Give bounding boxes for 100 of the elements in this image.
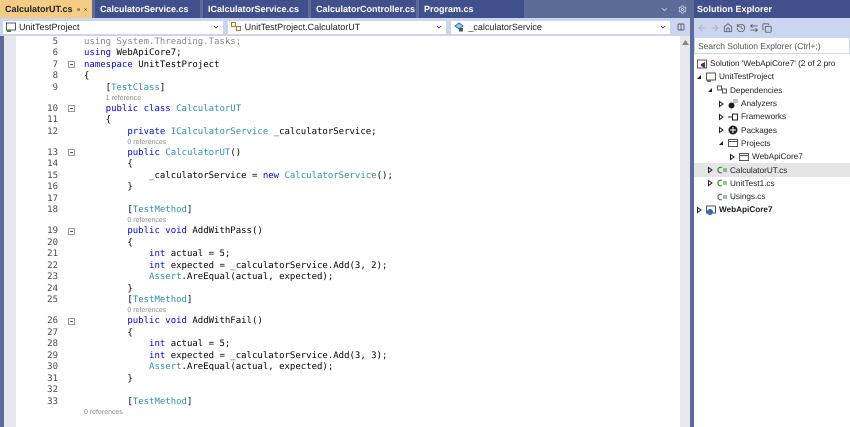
code-line: public class CalculatorUT bbox=[104, 104, 242, 114]
caret-icon[interactable] bbox=[212, 23, 220, 31]
line-number: 27 bbox=[46, 328, 58, 338]
collapse-icon[interactable] bbox=[68, 228, 74, 235]
package-icon bbox=[728, 125, 738, 136]
code-line: public void AddWithPass() bbox=[126, 226, 263, 236]
collapsed-arrow-icon[interactable] bbox=[717, 112, 725, 121]
collapsed-arrow-icon[interactable] bbox=[717, 126, 725, 134]
tree-item[interactable]: CalculatorUT.cs bbox=[694, 163, 850, 177]
member-dropdown[interactable]: _calculatorService bbox=[450, 20, 671, 34]
collapse-icon[interactable] bbox=[68, 61, 74, 68]
history-icon[interactable] bbox=[736, 22, 746, 32]
tree-item[interactable]: WebApiCore7 bbox=[694, 203, 850, 217]
document-tab[interactable]: ICalculatorService.cs bbox=[203, 0, 308, 18]
line-number: 28 bbox=[46, 339, 58, 350]
line-number: 9 bbox=[52, 82, 58, 93]
collapsed-arrow-icon[interactable] bbox=[706, 166, 714, 174]
csharp-file-icon bbox=[717, 192, 727, 202]
line-number: 7 bbox=[52, 60, 58, 70]
csharp-file-icon bbox=[717, 178, 727, 188]
line-number: 30 bbox=[46, 362, 58, 372]
code-line: { bbox=[126, 328, 133, 338]
tree-item[interactable]: Frameworks bbox=[694, 110, 850, 124]
code-line: int actual = 5; bbox=[148, 339, 230, 350]
code-line: int expected = _calculatorService.Add(3, 2); bbox=[148, 260, 388, 271]
collapse-icon[interactable] bbox=[68, 318, 74, 325]
code-line: { bbox=[84, 71, 90, 82]
collapsed-arrow-icon[interactable] bbox=[706, 179, 714, 188]
code-line: public void AddWithFail() bbox=[126, 316, 263, 326]
dependencies-icon bbox=[717, 85, 727, 96]
tree-item[interactable]: Usings.cs bbox=[694, 190, 850, 204]
line-number: 32 bbox=[46, 385, 58, 396]
line-number: 33 bbox=[46, 396, 58, 407]
line-number: 29 bbox=[46, 350, 58, 361]
search-field[interactable]: Search Solution Explorer (Ctrl+;) bbox=[694, 37, 850, 54]
code-line: _calculatorService = new CalculatorService(); bbox=[148, 170, 393, 181]
line-number: 16 bbox=[46, 182, 58, 192]
project-dropdown[interactable]: UnitTestProject bbox=[2, 20, 224, 34]
sync-icon[interactable] bbox=[749, 22, 759, 32]
line-number: 10 bbox=[46, 104, 58, 114]
csharp-file-icon bbox=[717, 165, 727, 176]
tree-item[interactable]: UnitTest1.cs bbox=[694, 176, 850, 190]
code-line: using WebApiCore7; bbox=[84, 48, 182, 58]
code-line: [TestClass] bbox=[104, 82, 166, 93]
document-tab[interactable]: CalculatorController.cs bbox=[311, 0, 416, 18]
field-icon bbox=[454, 22, 466, 32]
tree-item[interactable]: Projects bbox=[694, 136, 850, 150]
code-line: [TestMethod] bbox=[126, 205, 192, 216]
document-tab[interactable]: CalculatorUT.cs bbox=[0, 0, 92, 18]
line-number: 8 bbox=[52, 71, 58, 82]
collapsed-arrow-icon[interactable] bbox=[728, 152, 736, 161]
collapse-icon[interactable] bbox=[68, 105, 74, 112]
line-number: 12 bbox=[46, 126, 58, 137]
project-icon bbox=[6, 22, 16, 32]
code-line: using System.Threading.Tasks; bbox=[84, 36, 242, 47]
code-line: int actual = 5; bbox=[148, 249, 230, 260]
collapsed-arrow-icon[interactable] bbox=[717, 100, 725, 108]
line-number: 21 bbox=[46, 249, 58, 260]
framework-icon bbox=[728, 112, 738, 122]
caret-icon[interactable] bbox=[659, 23, 667, 31]
code-line: Assert.AreEqual(actual, expected); bbox=[148, 362, 334, 372]
code-line: [TestMethod] bbox=[126, 295, 192, 306]
code-line: { bbox=[126, 159, 133, 170]
home-icon[interactable] bbox=[723, 22, 733, 32]
expanded-arrow-icon[interactable] bbox=[706, 86, 714, 94]
tree-item[interactable]: UnitTestProject bbox=[694, 70, 850, 84]
collapse-icon[interactable] bbox=[68, 149, 74, 156]
tree-item[interactable]: Dependencies bbox=[694, 84, 850, 97]
scrollbar[interactable] bbox=[680, 36, 690, 427]
type-dropdown[interactable]: UnitTestProject.CalculatorUT bbox=[226, 20, 448, 34]
scroll-up-icon[interactable] bbox=[682, 40, 688, 45]
project-icon bbox=[706, 72, 716, 82]
expanded-arrow-icon[interactable] bbox=[695, 72, 703, 81]
line-number: 17 bbox=[46, 194, 58, 204]
analyzer-icon bbox=[728, 98, 738, 109]
line-number: 19 bbox=[46, 226, 58, 236]
code-line: { bbox=[104, 115, 112, 126]
window-icon bbox=[728, 138, 738, 148]
code-line: public CalculatorUT() bbox=[126, 148, 242, 158]
code-line: } bbox=[126, 374, 133, 384]
line-number: 24 bbox=[46, 284, 58, 294]
copy-icon[interactable] bbox=[762, 22, 772, 32]
line-number: 31 bbox=[46, 374, 58, 384]
document-tab[interactable]: Program.cs bbox=[419, 0, 524, 18]
web-project-icon bbox=[706, 204, 716, 215]
document-tab[interactable]: CalculatorService.cs bbox=[95, 0, 200, 18]
tree-item[interactable]: WebApiCore7 bbox=[694, 150, 850, 164]
line-number: 13 bbox=[46, 148, 58, 158]
code-line: Assert.AreEqual(actual, expected); bbox=[148, 272, 334, 282]
line-number: 11 bbox=[46, 115, 58, 126]
collapsed-arrow-icon[interactable] bbox=[695, 206, 703, 214]
tree-item[interactable]: Analyzers bbox=[694, 96, 850, 110]
close-icon[interactable] bbox=[84, 6, 87, 12]
solution-icon bbox=[697, 58, 707, 69]
expanded-arrow-icon[interactable] bbox=[717, 139, 725, 148]
line-number: 6 bbox=[52, 48, 58, 58]
tree-item[interactable]: Packages bbox=[694, 123, 850, 137]
tree-item[interactable]: Solution 'WebApiCore7' (2 of 2 pro bbox=[694, 57, 850, 70]
code-line: int expected = _calculatorService.Add(3, 3); bbox=[148, 350, 388, 361]
caret-icon[interactable] bbox=[435, 23, 444, 31]
